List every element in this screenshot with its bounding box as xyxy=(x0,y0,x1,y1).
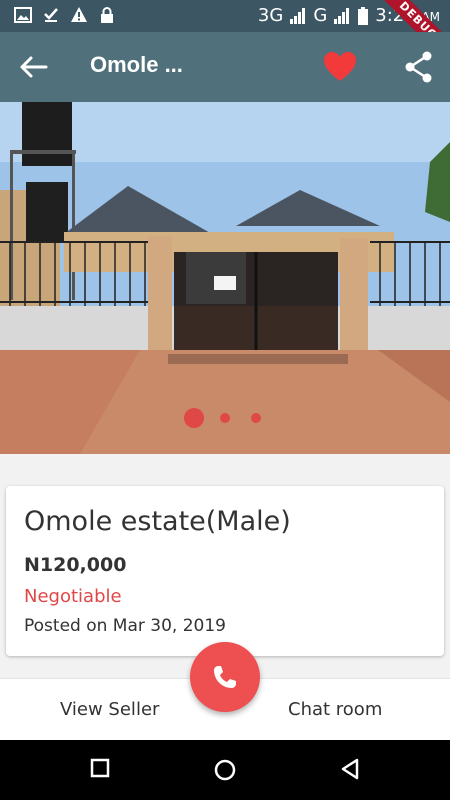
carousel-dot-active[interactable] xyxy=(184,408,204,428)
phone-icon xyxy=(214,666,236,688)
app-bar: Omole ... xyxy=(0,32,450,102)
network-g-label: G xyxy=(313,5,328,26)
share-icon[interactable] xyxy=(404,50,434,84)
status-bar: 3G G 3:27 AM DEBUG xyxy=(0,0,450,77)
listing-price: N120,000 xyxy=(24,554,127,576)
back-triangle-icon[interactable] xyxy=(339,758,361,780)
favorite-heart-icon[interactable] xyxy=(322,50,358,84)
chat-room-button[interactable]: Chat room xyxy=(288,699,382,720)
call-button[interactable] xyxy=(190,642,260,712)
view-seller-button[interactable]: View Seller xyxy=(60,699,159,720)
recent-apps-icon[interactable] xyxy=(90,758,110,778)
property-photo xyxy=(0,102,450,454)
screen: 3G G 3:27 AM DEBUG Omole ... Omole estat… xyxy=(0,0,450,800)
image-icon xyxy=(14,7,32,23)
lock-icon xyxy=(101,7,113,23)
carousel-dot[interactable] xyxy=(220,413,230,423)
negotiable-label: Negotiable xyxy=(24,586,122,607)
download-done-icon xyxy=(44,8,58,22)
property-photo-carousel[interactable] xyxy=(0,102,450,454)
back-arrow-icon[interactable] xyxy=(18,52,52,82)
carousel-dot[interactable] xyxy=(251,413,261,423)
page-title: Omole ... xyxy=(90,52,183,77)
home-icon[interactable] xyxy=(213,758,237,782)
battery-icon xyxy=(358,6,369,25)
warning-icon xyxy=(71,7,87,22)
notification-icons xyxy=(14,6,116,24)
signal-icon xyxy=(290,7,306,24)
system-nav-bar xyxy=(0,740,450,800)
listing-name: Omole estate(Male) xyxy=(24,506,291,537)
listing-card: Omole estate(Male) N120,000 Negotiable P… xyxy=(6,486,444,656)
signal-icon-2 xyxy=(334,7,350,24)
carousel-indicators xyxy=(0,408,450,428)
network-3g-label: 3G xyxy=(257,5,284,26)
posted-date: Posted on Mar 30, 2019 xyxy=(24,616,226,636)
